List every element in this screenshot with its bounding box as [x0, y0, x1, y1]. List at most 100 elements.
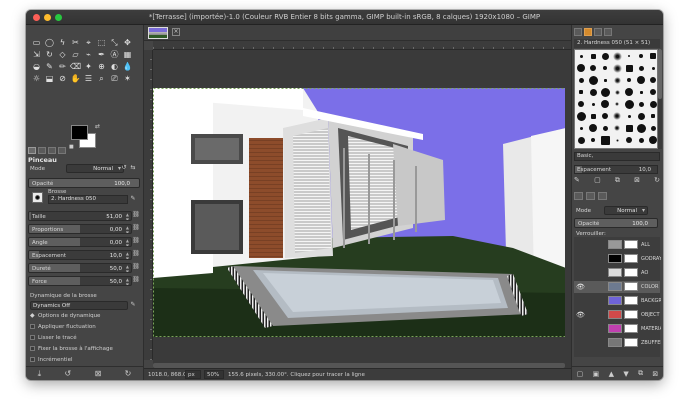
brush-preset-icon[interactable]	[611, 110, 623, 122]
brush-preset-icon[interactable]	[623, 122, 635, 134]
brush-preset-icon[interactable]	[599, 98, 611, 110]
tool-button-icon[interactable]: ✎	[43, 61, 56, 73]
checkbox-icon[interactable]	[30, 346, 35, 351]
new-brush-icon[interactable]: ▢	[594, 176, 601, 186]
spin-arrows-icon[interactable]: ▲ ▼	[126, 251, 129, 259]
brush-espacement-slider[interactable]: Espacement 10,0 ▲ ▼	[28, 250, 132, 260]
brush-spacing-slider[interactable]: Espacement 10,0	[574, 165, 658, 174]
brush-preset-icon[interactable]	[635, 86, 647, 98]
brush-preset-icon[interactable]	[647, 50, 657, 62]
brush-preset-icon[interactable]	[635, 98, 647, 110]
tool-button-icon[interactable]: ▭	[30, 37, 43, 49]
brush-preset-icon[interactable]	[647, 98, 657, 110]
option-checkbox[interactable]: Incrémentiel	[28, 356, 140, 365]
tool-button-icon[interactable]: ☰	[82, 73, 95, 85]
tool-button-icon[interactable]: ⇲	[30, 49, 43, 61]
brush-preset-icon[interactable]	[647, 122, 657, 134]
brush-preset-icon[interactable]	[647, 74, 657, 86]
tool-button-icon[interactable]: ⊘	[56, 73, 69, 85]
brush-preset-icon[interactable]	[635, 74, 647, 86]
tool-button-icon[interactable]: ϟ	[56, 37, 69, 49]
vertical-ruler[interactable]	[144, 50, 153, 360]
brush-preset-icon[interactable]	[575, 86, 587, 98]
link-icon[interactable]: ⛓	[132, 276, 140, 285]
refresh-brushes-icon[interactable]: ↻	[654, 176, 660, 186]
brush-preset-icon[interactable]	[623, 50, 635, 62]
canvas-image[interactable]	[153, 50, 571, 368]
spin-arrows-icon[interactable]: ▲ ▼	[126, 277, 129, 285]
duplicate-layer-icon[interactable]: ⧉	[638, 369, 643, 378]
layer-row[interactable]: AO	[574, 267, 660, 279]
link-icon[interactable]: ⛓	[132, 224, 140, 233]
tab-paths[interactable]	[598, 192, 607, 200]
layer-opacity-slider[interactable]: Opacité 100,0	[574, 218, 658, 228]
tool-button-icon[interactable]: ✏	[56, 61, 69, 73]
tab-document-history[interactable]	[604, 28, 612, 36]
option-checkbox[interactable]: Fixer la brosse à l'affichage	[28, 345, 140, 354]
tool-button-icon[interactable]: ✥	[121, 37, 134, 49]
opacity-slider[interactable]: Opacité 100,0	[28, 178, 140, 188]
unit-select[interactable]: px	[185, 370, 201, 379]
tool-button-icon[interactable]: ⎚	[108, 73, 121, 85]
brush-preset-icon[interactable]	[587, 86, 599, 98]
brush-preset-icon[interactable]	[575, 50, 587, 62]
checkbox-icon[interactable]	[30, 324, 35, 329]
brush-preset-icon[interactable]	[647, 86, 657, 98]
tab-device-status[interactable]	[38, 146, 46, 154]
tool-button-icon[interactable]: ⌁	[82, 49, 95, 61]
tab-fonts[interactable]	[594, 28, 602, 36]
brush-preset-icon[interactable]	[647, 62, 657, 74]
brush-proportions-slider[interactable]: Proportions 0,00 ▲ ▼	[28, 224, 132, 234]
tool-button-icon[interactable]: ✒	[95, 49, 108, 61]
delete-options-icon[interactable]: ⊠	[95, 369, 102, 378]
lower-layer-icon[interactable]: ▼	[623, 370, 628, 378]
tab-channels[interactable]	[586, 192, 595, 200]
tool-button-icon[interactable]: ⌕	[95, 73, 108, 85]
link-icon[interactable]: ⛓	[132, 211, 140, 220]
link-icon[interactable]: ⛓	[132, 250, 140, 259]
tool-button-icon[interactable]: ↻	[43, 49, 56, 61]
brush-preview[interactable]	[32, 192, 43, 203]
brush-preset-icon[interactable]	[611, 86, 623, 98]
tab-patterns[interactable]	[584, 28, 592, 36]
brush-preset-icon[interactable]	[599, 50, 611, 62]
layer-row[interactable]: 👁 OBJECT	[574, 309, 660, 321]
checkbox-icon[interactable]	[30, 335, 35, 340]
duplicate-brush-icon[interactable]: ⧉	[615, 176, 620, 186]
brush-preset-icon[interactable]	[587, 122, 599, 134]
option-checkbox[interactable]: ◆ Options de dynamique	[28, 312, 140, 321]
raise-layer-icon[interactable]: ▲	[609, 370, 614, 378]
brush-preset-icon[interactable]	[599, 122, 611, 134]
delete-layer-icon[interactable]: ⊠	[652, 370, 658, 378]
image-tab-thumbnail[interactable]	[148, 27, 168, 39]
brush-preset-icon[interactable]	[599, 134, 611, 146]
brush-preset-icon[interactable]	[635, 110, 647, 122]
reset-mode-icon[interactable]: ↺	[120, 164, 128, 173]
edit-brush-icon[interactable]: ✎	[574, 176, 580, 186]
option-checkbox[interactable]: Appliquer fluctuation	[28, 323, 140, 332]
brush-preset-icon[interactable]	[587, 110, 599, 122]
restore-options-icon[interactable]: ↺	[65, 369, 72, 378]
layer-row[interactable]: GODRAY	[574, 253, 661, 265]
brush-tag-field[interactable]: Basic,	[574, 152, 660, 161]
tab-brushes[interactable]	[574, 28, 582, 36]
edit-brush-icon[interactable]: ✎	[129, 195, 137, 204]
brush-preset-icon[interactable]	[623, 62, 635, 74]
option-checkbox[interactable]: Lisser le tracé	[28, 334, 140, 343]
layer-row[interactable]: MATERIA	[574, 323, 661, 335]
brush-preset-icon[interactable]	[575, 62, 587, 74]
mode-combo[interactable]: Normal ▾	[66, 164, 124, 173]
tool-button-icon[interactable]: ◐	[108, 61, 121, 73]
tab-images[interactable]	[58, 146, 66, 154]
tool-button-icon[interactable]: ✂	[69, 37, 82, 49]
brush-dureté-slider[interactable]: Dureté 50,0 ▲ ▼	[28, 263, 132, 273]
layer-mode-combo[interactable]: Normal ▾	[604, 206, 648, 215]
tool-button-icon[interactable]: ◒	[30, 61, 43, 73]
link-icon[interactable]: ⛓	[132, 263, 140, 272]
brush-grid[interactable]	[574, 49, 658, 149]
tool-button-icon[interactable]: ◇	[56, 49, 69, 61]
brush-preset-icon[interactable]	[623, 134, 635, 146]
tool-button-icon[interactable]: ⬚	[95, 37, 108, 49]
checkbox-icon[interactable]	[30, 357, 35, 362]
layer-row[interactable]: 👁 COLOR	[574, 281, 660, 293]
